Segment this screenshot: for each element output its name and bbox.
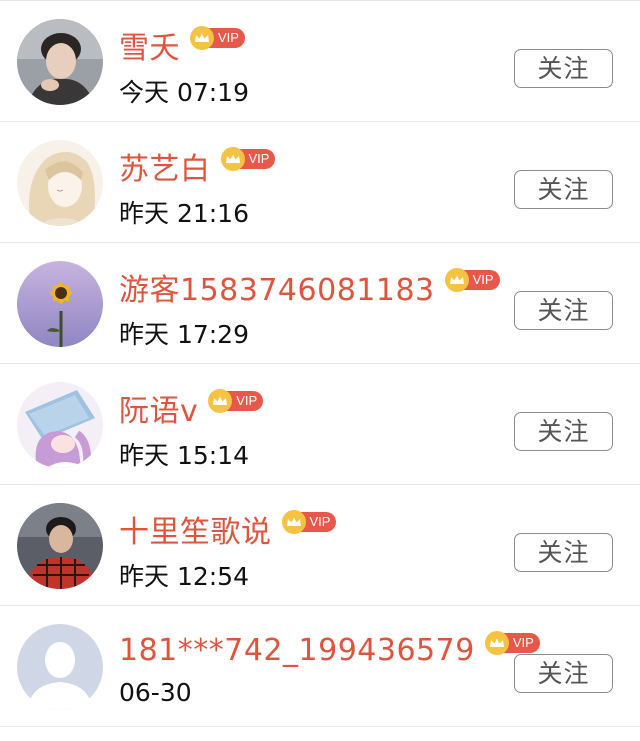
list-item[interactable]: 阮语v VIP 昨天 15:14 关注 — [0, 364, 640, 485]
vip-badge: VIP — [281, 510, 337, 534]
avatar[interactable] — [17, 624, 103, 710]
list-item[interactable]: 苏艺白 VIP 昨天 21:16 关注 — [0, 122, 640, 243]
follow-button[interactable]: 关注 — [514, 170, 613, 209]
user-name[interactable]: 雪夭 — [119, 23, 180, 67]
crown-icon — [220, 147, 245, 171]
vip-badge: VIP — [208, 389, 264, 413]
follow-time: 昨天 21:16 — [119, 199, 249, 228]
avatar-image — [17, 19, 103, 105]
avatar-image — [17, 261, 103, 347]
follow-button[interactable]: 关注 — [514, 533, 613, 572]
avatar-image — [17, 382, 103, 468]
avatar[interactable] — [17, 140, 103, 226]
user-name[interactable]: 游客1583746081183 — [119, 265, 435, 309]
user-name[interactable]: 阮语v — [119, 386, 198, 430]
crown-icon — [444, 268, 469, 292]
crown-icon — [190, 26, 214, 50]
user-name[interactable]: 苏艺白 — [119, 144, 211, 188]
crown-icon — [484, 631, 509, 655]
follow-time: 昨天 15:14 — [119, 441, 249, 470]
name-line: 阮语v VIP — [119, 386, 264, 430]
vip-badge: VIP — [220, 147, 276, 171]
list-item[interactable]: 十里笙歌说 VIP 昨天 12:54 关注 — [0, 485, 640, 606]
follower-list: 雪夭 VIP 今天 07:19 关注 苏艺白 VIP 昨天 21:16 关注 游… — [0, 0, 640, 741]
name-line: 苏艺白 VIP — [119, 144, 276, 188]
name-line: 181***742_199436579 VIP — [119, 630, 540, 670]
name-line: 十里笙歌说 VIP — [119, 507, 337, 551]
follow-time: 昨天 12:54 — [119, 562, 249, 591]
name-line: 雪夭 VIP — [119, 23, 245, 67]
follow-button[interactable]: 关注 — [514, 654, 613, 693]
list-item[interactable]: 181***742_199436579 VIP 06-30 关注 — [0, 606, 640, 727]
avatar[interactable] — [17, 19, 103, 105]
avatar[interactable] — [17, 261, 103, 347]
vip-badge: VIP — [444, 268, 500, 292]
follow-time: 今天 07:19 — [119, 78, 249, 107]
name-line: 游客1583746081183 VIP — [119, 265, 500, 309]
vip-badge: VIP — [190, 26, 245, 50]
follow-button[interactable]: 关注 — [514, 49, 613, 88]
crown-icon — [281, 510, 306, 534]
user-name[interactable]: 十里笙歌说 — [119, 507, 272, 551]
follow-time: 06-30 — [119, 678, 192, 707]
vip-badge: VIP — [484, 631, 540, 655]
avatar[interactable] — [17, 382, 103, 468]
avatar-image — [17, 503, 103, 589]
user-name[interactable]: 181***742_199436579 — [119, 633, 475, 668]
follow-time: 昨天 17:29 — [119, 320, 249, 349]
avatar-image — [17, 140, 103, 226]
avatar[interactable] — [17, 503, 103, 589]
follow-button[interactable]: 关注 — [514, 291, 613, 330]
list-item[interactable]: 游客1583746081183 VIP 昨天 17:29 关注 — [0, 243, 640, 364]
list-item[interactable]: 雪夭 VIP 今天 07:19 关注 — [0, 1, 640, 122]
default-avatar-icon — [17, 624, 103, 710]
follow-button[interactable]: 关注 — [514, 412, 613, 451]
